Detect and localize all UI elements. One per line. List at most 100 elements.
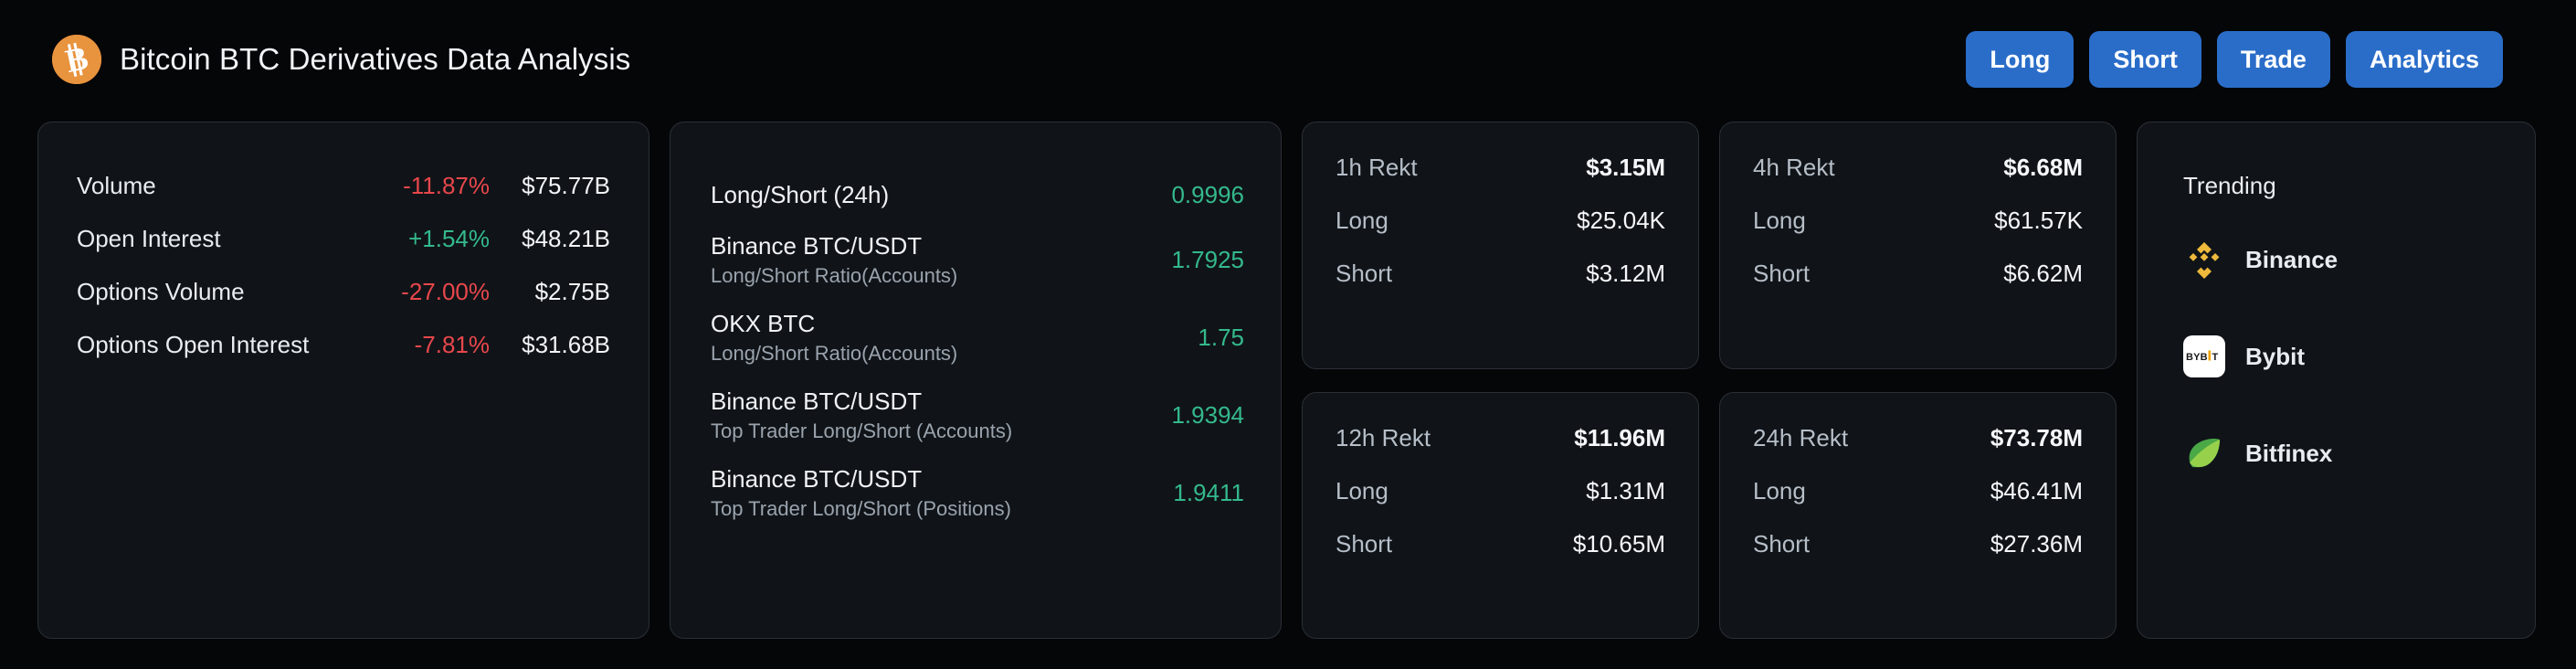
rekt-total-value: $73.78M xyxy=(1990,423,2083,451)
rekt-long-row: Long $46.41M xyxy=(1753,477,2083,530)
dashboard-root: B Bitcoin BTC Derivatives Data Analysis … xyxy=(0,0,2576,669)
ratio-title: Binance BTC/USDT xyxy=(711,465,923,493)
ratio-value: 1.7925 xyxy=(1171,246,1244,273)
ratio-title: Binance BTC/USDT xyxy=(711,232,923,260)
rekt-long-label: Long xyxy=(1336,476,1388,504)
trending-item-label: Bybit xyxy=(2245,342,2305,370)
rekt-short-label: Short xyxy=(1753,260,1811,287)
rekt-total-row: 12h Rekt $11.96M xyxy=(1336,424,1665,477)
ratio-value: 1.75 xyxy=(1198,324,1244,351)
long-short-ratios-card: Long/Short (24h) 0.9996 Binance BTC/USDT… xyxy=(670,122,1282,639)
trending-item-bybit[interactable]: BYB T Bybit xyxy=(2183,330,2535,383)
market-metrics-card: Volume -11.87% $75.77B Open Interest +1.… xyxy=(37,122,649,639)
rekt-short-value: $27.36M xyxy=(1990,529,2083,558)
ratio-texts: OKX BTC Long/Short Ratio(Accounts) xyxy=(711,310,957,366)
ratio-subtitle: Long/Short Ratio(Accounts) xyxy=(711,264,958,287)
rekt-card-12h: 12h Rekt $11.96M Long $1.31M Short $10.6… xyxy=(1302,391,1699,639)
ratio-value: 0.9996 xyxy=(1171,180,1244,208)
analytics-button[interactable]: Analytics xyxy=(2345,31,2503,88)
ratio-row: Binance BTC/USDT Top Trader Long/Short (… xyxy=(711,454,1244,532)
metric-row: Options Volume -27.00% $2.75B xyxy=(77,278,610,331)
rekt-title: 24h Rekt xyxy=(1753,423,1849,451)
header-actions: Long Short Trade Analytics xyxy=(1966,31,2503,88)
binance-logo-icon xyxy=(2183,239,2225,281)
trending-title: Trending xyxy=(2183,172,2276,199)
rekt-short-row: Short $27.36M xyxy=(1753,530,2083,583)
ratio-value: 1.9411 xyxy=(1173,479,1244,506)
trending-item-bitfinex[interactable]: Bitfinex xyxy=(2183,427,2535,480)
metric-label: Open Interest xyxy=(77,225,221,252)
rekt-short-label: Short xyxy=(1336,260,1393,287)
metric-change: +1.54% xyxy=(408,225,490,252)
metric-value: $2.75B xyxy=(534,278,610,305)
ratio-row: Long/Short (24h) 0.9996 xyxy=(711,168,1244,221)
page-header: B Bitcoin BTC Derivatives Data Analysis … xyxy=(0,0,2576,119)
rekt-card-1h: 1h Rekt $3.15M Long $25.04K Short $3.12M xyxy=(1302,122,1699,369)
svg-text:BYB: BYB xyxy=(2186,352,2208,363)
rekt-total-value: $11.96M xyxy=(1574,423,1665,451)
rekt-long-label: Long xyxy=(1336,207,1388,234)
short-button[interactable]: Short xyxy=(2089,31,2201,88)
ratio-texts: Binance BTC/USDT Top Trader Long/Short (… xyxy=(711,465,1011,521)
cards-grid: Volume -11.87% $75.77B Open Interest +1.… xyxy=(37,122,2536,639)
metric-change: -27.00% xyxy=(401,278,490,305)
ratio-title: OKX BTC xyxy=(711,310,816,337)
ratio-row: Binance BTC/USDT Top Trader Long/Short (… xyxy=(711,377,1244,454)
ratio-texts: Long/Short (24h) xyxy=(711,181,889,209)
rekt-title: 1h Rekt xyxy=(1336,154,1418,181)
ratio-texts: Binance BTC/USDT Long/Short Ratio(Accoun… xyxy=(711,232,957,288)
rekt-title: 12h Rekt xyxy=(1336,423,1431,451)
metric-change: -11.87% xyxy=(403,172,490,199)
rekt-long-label: Long xyxy=(1753,207,1806,234)
trending-item-binance[interactable]: Binance xyxy=(2183,233,2535,286)
rekt-short-value: $10.65M xyxy=(1572,529,1665,558)
ratio-title: Binance BTC/USDT xyxy=(711,388,923,415)
trending-card: Trending Binance BYB T Bybit Bitfinex xyxy=(2137,122,2536,639)
rekt-total-value: $3.15M xyxy=(1586,154,1665,181)
rekt-long-value: $1.31M xyxy=(1586,476,1665,504)
long-button[interactable]: Long xyxy=(1966,31,2075,88)
rekt-long-value: $25.04K xyxy=(1577,207,1665,234)
rekt-short-value: $6.62M xyxy=(2003,260,2083,287)
rekt-short-row: Short $10.65M xyxy=(1336,530,1665,583)
rekt-long-value: $46.41M xyxy=(1990,476,2083,504)
rekt-total-row: 1h Rekt $3.15M xyxy=(1336,154,1665,207)
rekt-total-row: 24h Rekt $73.78M xyxy=(1753,424,2083,477)
rekt-short-label: Short xyxy=(1753,529,1811,558)
rekt-total-value: $6.68M xyxy=(2003,154,2083,181)
rekt-card-4h: 4h Rekt $6.68M Long $61.57K Short $6.62M xyxy=(1719,122,2117,369)
page-title: Bitcoin BTC Derivatives Data Analysis xyxy=(120,42,631,76)
bitcoin-icon: B xyxy=(52,35,101,84)
rekt-column-left: 1h Rekt $3.15M Long $25.04K Short $3.12M… xyxy=(1302,122,1699,639)
rekt-long-row: Long $61.57K xyxy=(1753,207,2083,260)
ratio-texts: Binance BTC/USDT Top Trader Long/Short (… xyxy=(711,388,1012,443)
ratio-title: Long/Short (24h) xyxy=(711,180,890,208)
metric-value: $31.68B xyxy=(522,331,610,358)
metric-row: Volume -11.87% $75.77B xyxy=(77,172,610,225)
ratio-row: OKX BTC Long/Short Ratio(Accounts) 1.75 xyxy=(711,299,1244,377)
metric-label: Volume xyxy=(77,172,156,199)
ratio-row: Binance BTC/USDT Long/Short Ratio(Accoun… xyxy=(711,221,1244,299)
rekt-total-row: 4h Rekt $6.68M xyxy=(1753,154,2083,207)
rekt-title: 4h Rekt xyxy=(1753,154,1835,181)
rekt-card-24h: 24h Rekt $73.78M Long $46.41M Short $27.… xyxy=(1719,391,2117,639)
metric-label: Options Volume xyxy=(77,278,245,305)
ratio-subtitle: Top Trader Long/Short (Positions) xyxy=(711,497,1011,520)
metric-value: $75.77B xyxy=(522,172,610,199)
rekt-long-row: Long $25.04K xyxy=(1336,207,1665,260)
metric-label: Options Open Interest xyxy=(77,331,310,358)
trending-item-label: Binance xyxy=(2245,245,2338,273)
trade-button[interactable]: Trade xyxy=(2216,31,2330,88)
rekt-short-label: Short xyxy=(1336,529,1393,558)
bybit-logo-icon: BYB T xyxy=(2183,335,2225,377)
rekt-short-row: Short $3.12M xyxy=(1336,260,1665,313)
trending-item-label: Bitfinex xyxy=(2245,439,2333,467)
bitfinex-logo-icon xyxy=(2183,432,2225,474)
rekt-short-row: Short $6.62M xyxy=(1753,260,2083,313)
ratio-subtitle: Top Trader Long/Short (Accounts) xyxy=(711,419,1013,442)
svg-text:T: T xyxy=(2212,352,2219,363)
metric-row: Open Interest +1.54% $48.21B xyxy=(77,225,610,278)
metric-row: Options Open Interest -7.81% $31.68B xyxy=(77,331,610,384)
rekt-long-value: $61.57K xyxy=(1994,207,2083,234)
ratio-value: 1.9394 xyxy=(1171,401,1244,429)
